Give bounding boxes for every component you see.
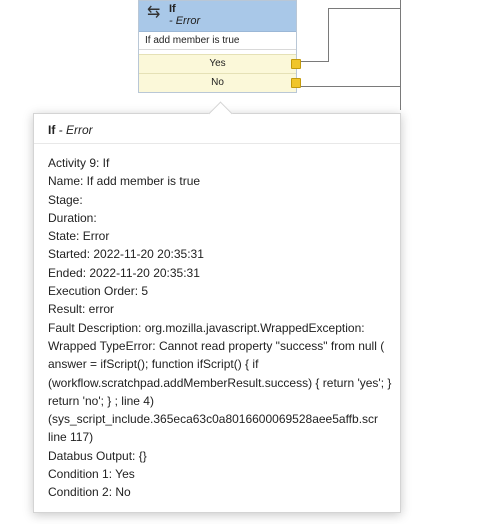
detail-line: Databus Output: {}: [48, 448, 147, 463]
detail-line: Name: If add member is true: [48, 174, 201, 189]
connector-line: [328, 8, 400, 9]
output-yes-connector[interactable]: [291, 59, 301, 69]
output-no[interactable]: No: [139, 73, 301, 92]
activity-condition: If add member is true: [139, 32, 296, 50]
detail-line: Duration:: [48, 210, 97, 225]
detail-line: Condition 2: No: [48, 485, 131, 500]
tooltip-arrow: [208, 101, 233, 126]
fault-line-ref: line 117): [48, 430, 94, 445]
fault-description: Fault Description: org.mozilla.javascrip…: [48, 320, 392, 408]
detail-line: Result: error: [48, 302, 115, 317]
detail-line: Execution Order: 5: [48, 284, 149, 299]
if-activity-node[interactable]: ⇆ If - Error If add member is true Yes N…: [138, 0, 301, 93]
connector-line: [300, 61, 328, 62]
tooltip-title: If - Error: [48, 123, 93, 137]
tooltip-title-state: - Error: [55, 123, 93, 137]
detail-line: Stage:: [48, 192, 83, 207]
tooltip-body: Activity 9: If Name: If add member is tr…: [48, 154, 393, 502]
activity-title: If: [169, 3, 176, 15]
connector-line: [328, 8, 329, 62]
fault-script-ref: (sys_script_include.365eca63c0a801660006…: [48, 412, 379, 427]
detail-line: State: Error: [48, 229, 110, 244]
tooltip-divider: [34, 143, 400, 144]
output-yes-label: Yes: [209, 58, 226, 69]
detail-line: Activity 9: If: [48, 156, 110, 170]
detail-line: Condition 1: Yes: [48, 467, 135, 482]
activity-state: - Error: [169, 15, 201, 27]
branch-icon: ⇆: [147, 4, 161, 21]
output-yes[interactable]: Yes: [139, 54, 301, 73]
activity-header[interactable]: ⇆ If - Error: [139, 1, 296, 32]
detail-line: Ended: 2022-11-20 20:35:31: [48, 265, 200, 280]
connector-line: [400, 0, 401, 110]
activity-tooltip: If - Error Activity 9: If Name: If add m…: [33, 101, 401, 513]
connector-line: [300, 86, 400, 87]
output-no-connector[interactable]: [291, 78, 301, 88]
output-no-label: No: [211, 77, 224, 88]
detail-line: Started: 2022-11-20 20:35:31: [48, 247, 204, 262]
